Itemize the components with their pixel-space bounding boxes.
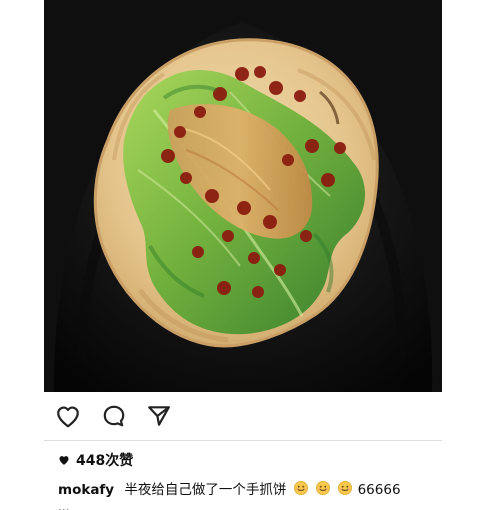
likes-count[interactable]: 448次赞	[76, 450, 133, 470]
caption-tail: 66666	[357, 482, 401, 498]
post-photo[interactable]	[44, 0, 442, 392]
caption-next-line: ...	[58, 500, 70, 510]
caption-text: 半夜给自己做了一个手抓饼	[124, 482, 287, 498]
divider	[44, 440, 442, 441]
comment-bubble-icon[interactable]	[100, 402, 128, 430]
send-icon[interactable]	[145, 402, 173, 430]
likes-row[interactable]: 448次赞	[58, 450, 133, 470]
smiling-face-emoji	[337, 480, 353, 496]
smiling-face-emoji	[315, 480, 331, 496]
username[interactable]: mokafy	[58, 482, 114, 498]
heart-outline-icon[interactable]	[54, 402, 82, 430]
pan-pancake-photo	[44, 0, 442, 392]
caption: mokafy 半夜给自己做了一个手抓饼 66666	[58, 478, 428, 500]
heart-filled-icon	[58, 454, 70, 466]
smiling-face-emoji	[293, 480, 309, 496]
post-actions	[44, 392, 442, 438]
instagram-post: 448次赞 mokafy 半夜给自己做了一个手抓饼 66666 ...	[0, 0, 478, 510]
